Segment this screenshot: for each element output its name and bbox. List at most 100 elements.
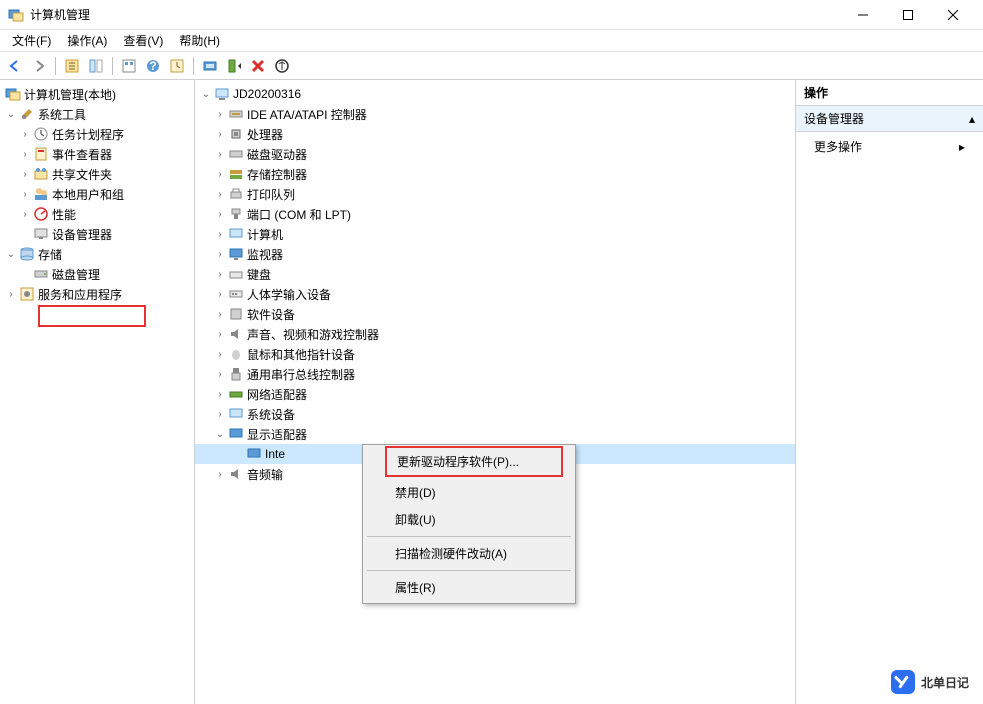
tree-shared-folders[interactable]: › 共享文件夹 (0, 164, 194, 184)
expand-icon[interactable]: › (213, 107, 227, 121)
tree-system-tools[interactable]: ⌄ 系统工具 (0, 104, 194, 124)
enable-button[interactable] (271, 55, 293, 77)
expand-icon[interactable]: › (18, 207, 32, 221)
sound-icon (227, 326, 245, 342)
minimize-button[interactable] (840, 1, 885, 29)
expand-icon[interactable]: › (18, 167, 32, 181)
device-monitors[interactable]: ›监视器 (195, 244, 795, 264)
expand-icon[interactable]: › (18, 147, 32, 161)
help-button[interactable]: ? (142, 55, 164, 77)
device-keyboards[interactable]: ›键盘 (195, 264, 795, 284)
tree-services-apps[interactable]: › 服务和应用程序 (0, 284, 194, 304)
ctx-separator (367, 570, 571, 571)
device-root[interactable]: ⌄ JD20200316 (195, 84, 795, 104)
device-ide[interactable]: › IDE ATA/ATAPI 控制器 (195, 104, 795, 124)
device-storage-ctrl[interactable]: ›存储控制器 (195, 164, 795, 184)
scan-button[interactable] (199, 55, 221, 77)
spacer (18, 227, 32, 241)
properties-button[interactable] (85, 55, 107, 77)
device-system[interactable]: › 系统设备 (195, 404, 795, 424)
forward-button[interactable] (28, 55, 50, 77)
menu-file[interactable]: 文件(F) (4, 30, 59, 51)
device-sound[interactable]: › 声音、视频和游戏控制器 (195, 324, 795, 344)
expand-icon[interactable]: › (213, 227, 227, 241)
tree-label: 处理器 (247, 126, 283, 143)
watermark: 北单日记 (891, 670, 969, 694)
expand-icon[interactable]: › (213, 247, 227, 261)
share-icon (32, 166, 50, 182)
expand-icon[interactable]: › (4, 287, 18, 301)
actions-subheader[interactable]: 设备管理器 ▴ (796, 106, 983, 132)
expand-icon[interactable]: › (213, 207, 227, 221)
device-ports[interactable]: ›端口 (COM 和 LPT) (195, 204, 795, 224)
expand-icon[interactable]: › (213, 127, 227, 141)
tree-disk-management[interactable]: 磁盘管理 (0, 264, 194, 284)
expand-icon[interactable]: › (18, 127, 32, 141)
back-button[interactable] (4, 55, 26, 77)
spacer (231, 447, 245, 461)
device-mice[interactable]: ›鼠标和其他指针设备 (195, 344, 795, 364)
tree-label: 系统设备 (247, 406, 295, 423)
expand-icon[interactable]: › (213, 147, 227, 161)
expand-icon[interactable]: › (213, 267, 227, 281)
expand-icon[interactable]: › (213, 367, 227, 381)
ide-icon (227, 106, 245, 122)
menu-help[interactable]: 帮助(H) (171, 30, 228, 51)
tree-device-manager[interactable]: 设备管理器 (0, 224, 194, 244)
system-icon (227, 406, 245, 422)
ctx-disable[interactable]: 禁用(D) (365, 479, 573, 506)
expand-icon[interactable]: › (18, 187, 32, 201)
device-network[interactable]: ›网络适配器 (195, 384, 795, 404)
show-hide-tree-button[interactable] (61, 55, 83, 77)
collapse-icon[interactable]: ⌄ (4, 247, 18, 261)
expand-icon[interactable]: › (213, 327, 227, 341)
expand-icon[interactable]: › (213, 167, 227, 181)
tree-label: 任务计划程序 (52, 126, 124, 143)
hdd-icon (227, 146, 245, 162)
left-nav-panel: 计算机管理(本地) ⌄ 系统工具 › 任务计划程序 › 事件查看器 › 共享文件… (0, 80, 195, 704)
collapse-icon[interactable]: ⌄ (4, 107, 18, 121)
tree-performance[interactable]: › 性能 (0, 204, 194, 224)
tree-event-viewer[interactable]: › 事件查看器 (0, 144, 194, 164)
device-print-queues[interactable]: ›打印队列 (195, 184, 795, 204)
tree-local-users[interactable]: › 本地用户和组 (0, 184, 194, 204)
expand-icon[interactable]: › (213, 387, 227, 401)
menubar: 文件(F) 操作(A) 查看(V) 帮助(H) (0, 30, 983, 52)
collapse-icon[interactable]: ⌄ (199, 87, 213, 101)
ctx-uninstall[interactable]: 卸载(U) (365, 506, 573, 533)
tree-label: 声音、视频和游戏控制器 (247, 326, 379, 343)
tree-task-scheduler[interactable]: › 任务计划程序 (0, 124, 194, 144)
tree-label: IDE ATA/ATAPI 控制器 (247, 106, 367, 123)
tree-storage[interactable]: ⌄ 存储 (0, 244, 194, 264)
expand-icon[interactable]: › (213, 347, 227, 361)
expand-icon[interactable]: › (213, 467, 227, 481)
toolbar: ? (0, 52, 983, 80)
expand-icon[interactable]: › (213, 407, 227, 421)
update-button[interactable] (223, 55, 245, 77)
device-software[interactable]: ›软件设备 (195, 304, 795, 324)
ctx-properties[interactable]: 属性(R) (365, 574, 573, 601)
uninstall-button[interactable] (247, 55, 269, 77)
actions-more[interactable]: 更多操作 ▸ (796, 132, 983, 161)
collapse-icon[interactable]: ⌄ (213, 427, 227, 441)
tree-root-local[interactable]: 计算机管理(本地) (0, 84, 194, 104)
view-large-button[interactable] (118, 55, 140, 77)
device-usb[interactable]: › 通用串行总线控制器 (195, 364, 795, 384)
device-hid[interactable]: ›人体学输入设备 (195, 284, 795, 304)
device-processors[interactable]: › 处理器 (195, 124, 795, 144)
device-disk-drives[interactable]: ›磁盘驱动器 (195, 144, 795, 164)
expand-icon[interactable]: › (213, 287, 227, 301)
expand-icon[interactable]: › (213, 187, 227, 201)
refresh-button[interactable] (166, 55, 188, 77)
ctx-scan-hw[interactable]: 扫描检测硬件改动(A) (365, 540, 573, 567)
device-computers[interactable]: ›计算机 (195, 224, 795, 244)
menu-view[interactable]: 查看(V) (115, 30, 171, 51)
menu-action[interactable]: 操作(A) (59, 30, 115, 51)
close-button[interactable] (930, 1, 975, 29)
tree-label: 通用串行总线控制器 (247, 366, 355, 383)
maximize-button[interactable] (885, 1, 930, 29)
ctx-update-driver[interactable]: 更新驱动程序软件(P)... (387, 448, 561, 475)
expand-icon[interactable]: › (213, 307, 227, 321)
device-display-adapters[interactable]: ⌄显示适配器 (195, 424, 795, 444)
toolbar-separator (55, 57, 56, 75)
